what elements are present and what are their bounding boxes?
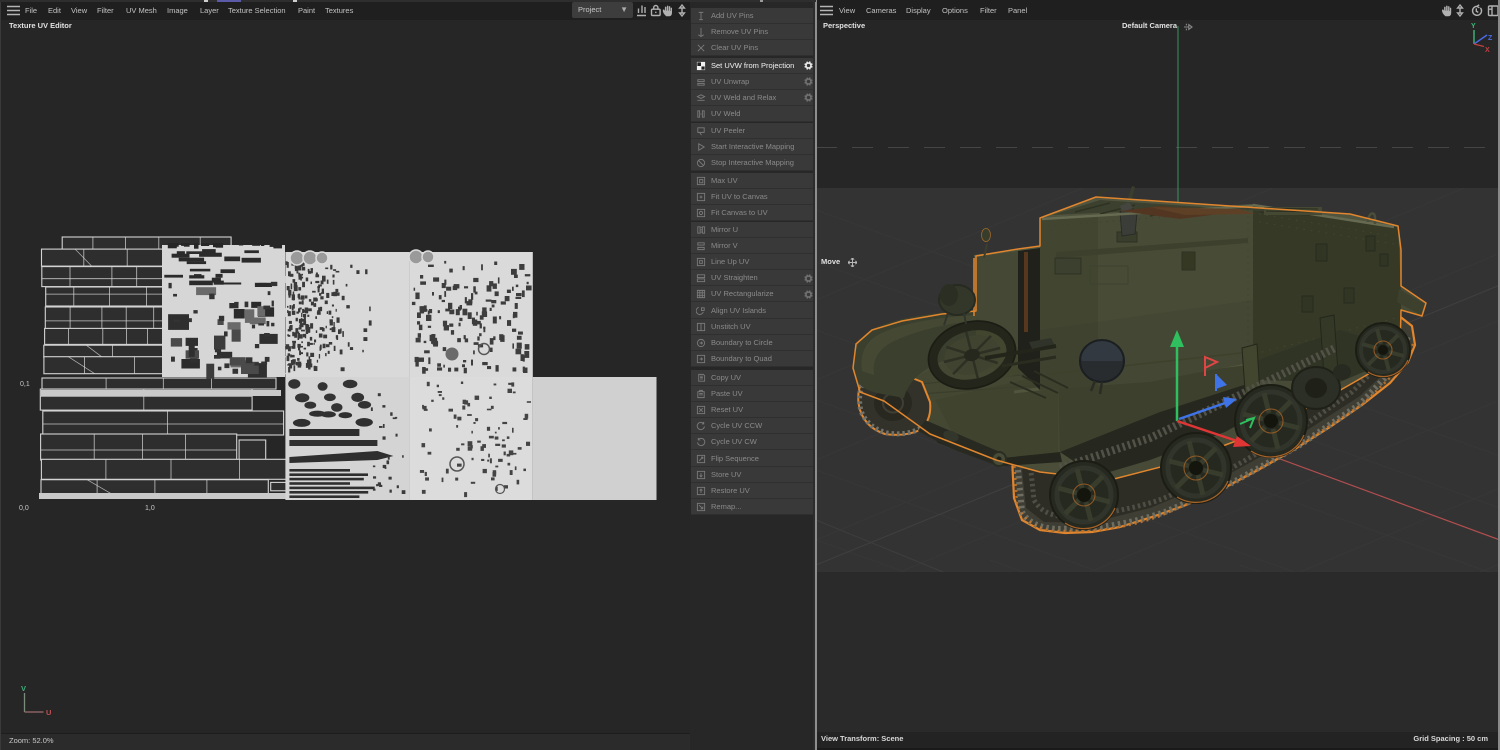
svg-text:V: V (21, 684, 26, 693)
svg-text:U: U (46, 708, 51, 717)
svg-text:X: X (1485, 47, 1490, 54)
svg-text:Z: Z (1488, 35, 1493, 42)
svg-text:0,0: 0,0 (19, 505, 29, 512)
svg-text:Y: Y (1471, 23, 1476, 30)
svg-text:1,0: 1,0 (145, 505, 155, 512)
svg-text:0,1: 0,1 (20, 381, 30, 388)
